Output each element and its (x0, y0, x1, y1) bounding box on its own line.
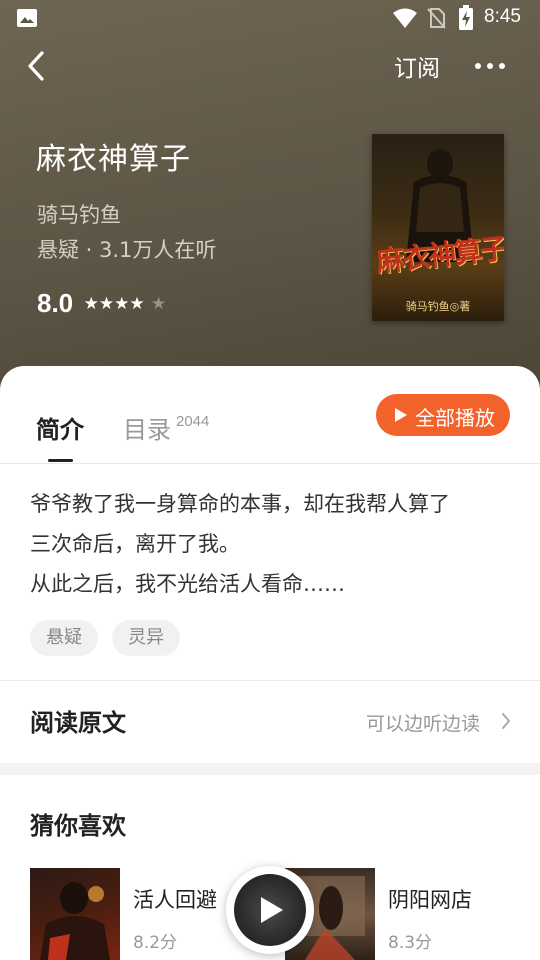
book-title: 麻衣神算子 (36, 142, 191, 177)
floating-player-button[interactable] (226, 866, 314, 954)
tab-toc[interactable]: 目录 (123, 410, 171, 445)
book-rating: 8.0 ★★★★ ★ (37, 288, 168, 319)
active-tab-indicator (48, 459, 73, 462)
book-cover[interactable]: 麻衣神算子 骑马钓鱼◎著 (372, 134, 504, 321)
play-icon (261, 897, 283, 923)
read-original-row[interactable]: 阅读原文 可以边听边读 (0, 681, 540, 763)
wifi-icon (393, 8, 417, 28)
star-filled-icon: ★★★★ (83, 293, 145, 313)
recommend-name: 阴阳网店 (388, 888, 472, 912)
book-author[interactable]: 骑马钓鱼 (37, 199, 121, 229)
tab-intro[interactable]: 简介 (36, 410, 84, 445)
synopsis: 爷爷教了我一身算命的本事，却在我帮人算了 三次命后，离开了我。 从此之后，我不光… (30, 484, 520, 604)
synopsis-line: 三次命后，离开了我。 (30, 532, 240, 556)
no-sim-icon (427, 8, 446, 29)
recommend-score: 8.3分 (388, 933, 433, 953)
play-icon (395, 408, 407, 422)
gallery-notification-icon (17, 9, 37, 27)
book-header: 8:45 订阅 麻衣神算子 骑马钓鱼 悬疑 · 3.1万人在听 8.0 ★★★★… (0, 0, 540, 400)
play-all-button[interactable]: 全部播放 (376, 394, 510, 436)
top-nav: 订阅 (0, 38, 540, 94)
book-meta: 悬疑 · 3.1万人在听 (37, 238, 217, 262)
battery-charging-icon (459, 5, 473, 30)
recommend-name: 活人回避 (133, 888, 217, 912)
toc-count: 2044 (176, 413, 210, 430)
cover-title: 麻衣神算子 (374, 231, 504, 279)
tag-chip[interactable]: 灵异 (112, 620, 181, 656)
recommend-cover (30, 868, 120, 960)
subscribe-button[interactable]: 订阅 (394, 49, 440, 83)
recommend-title: 猜你喜欢 (30, 812, 126, 840)
cover-author: 骑马钓鱼◎著 (405, 300, 471, 313)
synopsis-line: 从此之后，我不光给活人看命…… (30, 572, 345, 596)
status-time: 8:45 (484, 6, 521, 27)
section-divider (0, 763, 540, 775)
rating-score: 8.0 (37, 288, 74, 318)
tag-chip[interactable]: 悬疑 (30, 620, 98, 656)
play-all-label: 全部播放 (415, 406, 495, 430)
read-original-label: 阅读原文 (30, 709, 126, 737)
recommend-item[interactable]: 阴阳网店 8.3分 (285, 868, 525, 960)
recommend-cover-art (40, 882, 110, 960)
synopsis-line: 爷爷教了我一身算命的本事，却在我帮人算了 (30, 492, 450, 516)
rating-stars: ★★★★ ★ (84, 294, 169, 314)
status-bar: 8:45 (0, 0, 540, 38)
tab-bar: 简介 目录 2044 全部播放 (0, 366, 540, 464)
star-empty-icon: ★ (151, 293, 167, 313)
more-options-icon[interactable] (470, 52, 510, 80)
read-original-hint: 可以边听边读 (366, 713, 481, 735)
tag-list: 悬疑 灵异 (30, 620, 189, 656)
chevron-right-icon (502, 713, 510, 729)
recommend-score: 8.2分 (133, 933, 178, 953)
back-arrow-icon[interactable] (20, 48, 56, 84)
